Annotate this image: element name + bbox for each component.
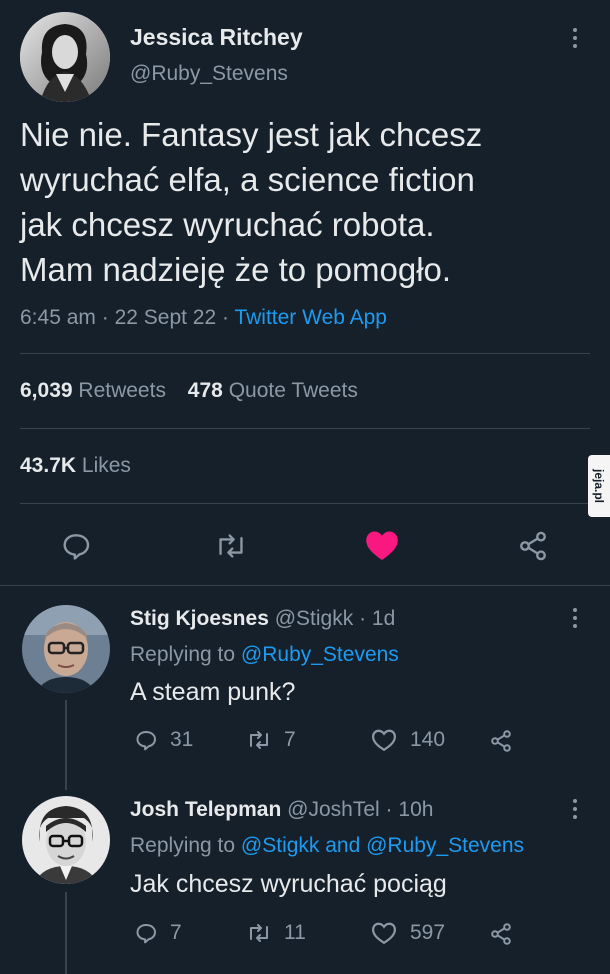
reply-author-handle[interactable]: @Stigkk xyxy=(275,607,354,630)
retweet-icon xyxy=(250,924,268,942)
engagement-stats: 6,039 Retweets 478 Quote Tweets xyxy=(20,379,358,403)
reply-text: Jak chcesz wyruchać pociąg xyxy=(130,870,447,898)
quotes-stat[interactable]: 478 Quote Tweets xyxy=(188,379,358,402)
tweet-text: Nie nie. Fantasy jest jak chcesz wyrucha… xyxy=(20,112,482,292)
comment-icon xyxy=(136,924,156,944)
reply-header: Stig Kjoesnes @Stigkk · 1d xyxy=(130,607,395,631)
reply-like-button[interactable]: 140 xyxy=(370,728,445,752)
tweet-source[interactable]: Twitter Web App xyxy=(234,306,387,329)
comment-icon xyxy=(136,731,156,751)
replying-to-prefix: Replying to xyxy=(130,834,236,857)
share-icon xyxy=(491,923,511,945)
likes-count: 43.7K xyxy=(20,454,77,477)
reply-retweet-button[interactable]: 7 xyxy=(246,728,296,752)
share-icon xyxy=(491,730,511,752)
retweets-count: 6,039 xyxy=(20,379,73,402)
like-button[interactable] xyxy=(364,528,400,567)
thread-line xyxy=(65,700,67,790)
divider xyxy=(20,503,590,504)
retweets-stat[interactable]: 6,039 Retweets xyxy=(20,379,172,402)
separator-dot: · xyxy=(359,607,367,630)
tweet-text-line: wyruchać elfa, a science fiction xyxy=(20,161,475,198)
reply-age[interactable]: 10h xyxy=(398,798,433,821)
more-icon[interactable] xyxy=(572,28,578,48)
quotes-label: Quote Tweets xyxy=(228,379,358,402)
tweet-text-line: Mam nadzieję że to pomogło. xyxy=(20,251,452,288)
replying-to-handle[interactable]: @Stigkk and @Ruby_Stevens xyxy=(241,834,524,857)
share-button[interactable] xyxy=(516,530,550,567)
replying-to: Replying to @Ruby_Stevens xyxy=(130,643,399,667)
reply-reply-button[interactable]: 31 xyxy=(134,728,193,752)
tweet-time[interactable]: 6:45 am xyxy=(20,306,96,329)
reply-avatar[interactable] xyxy=(22,796,110,884)
divider xyxy=(0,585,610,586)
tweet-text-line: Nie nie. Fantasy jest jak chcesz xyxy=(20,116,483,153)
reply-age[interactable]: 1d xyxy=(372,607,395,630)
author-avatar[interactable] xyxy=(20,12,110,102)
replying-to-handle[interactable]: @Ruby_Stevens xyxy=(241,643,399,666)
reply-like-button[interactable]: 597 xyxy=(370,921,445,945)
reply-author-name[interactable]: Josh Telepman xyxy=(130,798,281,821)
separator-dot: · xyxy=(101,306,115,329)
tweet-date[interactable]: 22 Sept 22 xyxy=(115,306,217,329)
share-icon xyxy=(520,531,546,561)
reply-count: 7 xyxy=(170,921,182,944)
likes-label: Likes xyxy=(81,454,131,477)
reply-author-name[interactable]: Stig Kjoesnes xyxy=(130,607,269,630)
likes-stat[interactable]: 43.7K Likes xyxy=(20,454,131,478)
retweet-count: 11 xyxy=(284,921,306,944)
heart-icon xyxy=(371,922,397,945)
retweet-button[interactable] xyxy=(214,530,248,567)
divider xyxy=(20,353,590,354)
reply-text: A steam punk? xyxy=(130,678,296,706)
replying-to: Replying to @Stigkk and @Ruby_Stevens xyxy=(130,834,524,858)
watermark-text: jeja.pl xyxy=(592,468,607,504)
reply-reply-button[interactable]: 7 xyxy=(134,921,182,945)
author-avatar-image xyxy=(20,12,110,102)
like-count: 140 xyxy=(410,728,446,751)
comment-icon xyxy=(63,534,90,560)
replying-to-prefix: Replying to xyxy=(130,643,236,666)
retweet-icon xyxy=(219,534,243,558)
retweet-icon xyxy=(250,731,268,749)
heart-icon xyxy=(366,531,398,560)
retweet-count: 7 xyxy=(284,728,296,751)
divider xyxy=(20,428,590,429)
reply-header: Josh Telepman @JoshTel · 10h xyxy=(130,798,433,822)
more-icon[interactable] xyxy=(572,799,578,819)
heart-icon xyxy=(371,729,397,752)
reply-count: 31 xyxy=(170,728,194,751)
tweet-text-line: jak chcesz wyruchać robota. xyxy=(20,206,435,243)
reply-avatar-image xyxy=(22,605,110,693)
reply-share-button[interactable] xyxy=(488,922,514,951)
reply-author-handle[interactable]: @JoshTel xyxy=(287,798,380,821)
author-name[interactable]: Jessica Ritchey xyxy=(130,24,303,51)
watermark-tab: jeja.pl xyxy=(588,455,610,517)
reply-button[interactable] xyxy=(60,530,92,567)
reply-share-button[interactable] xyxy=(488,729,514,758)
reply-avatar-image xyxy=(22,796,110,884)
author-handle[interactable]: @Ruby_Stevens xyxy=(130,62,288,86)
quotes-count: 478 xyxy=(187,379,223,402)
like-count: 597 xyxy=(410,921,446,944)
more-icon[interactable] xyxy=(572,608,578,628)
reply-retweet-button[interactable]: 11 xyxy=(246,921,306,945)
thread-line xyxy=(65,892,67,974)
separator-dot: · xyxy=(385,798,393,821)
tweet-timestamp: 6:45 am · 22 Sept 22 · Twitter Web App xyxy=(20,306,387,330)
separator-dot: · xyxy=(222,306,235,329)
reply-avatar[interactable] xyxy=(22,605,110,693)
retweets-label: Retweets xyxy=(78,379,166,402)
